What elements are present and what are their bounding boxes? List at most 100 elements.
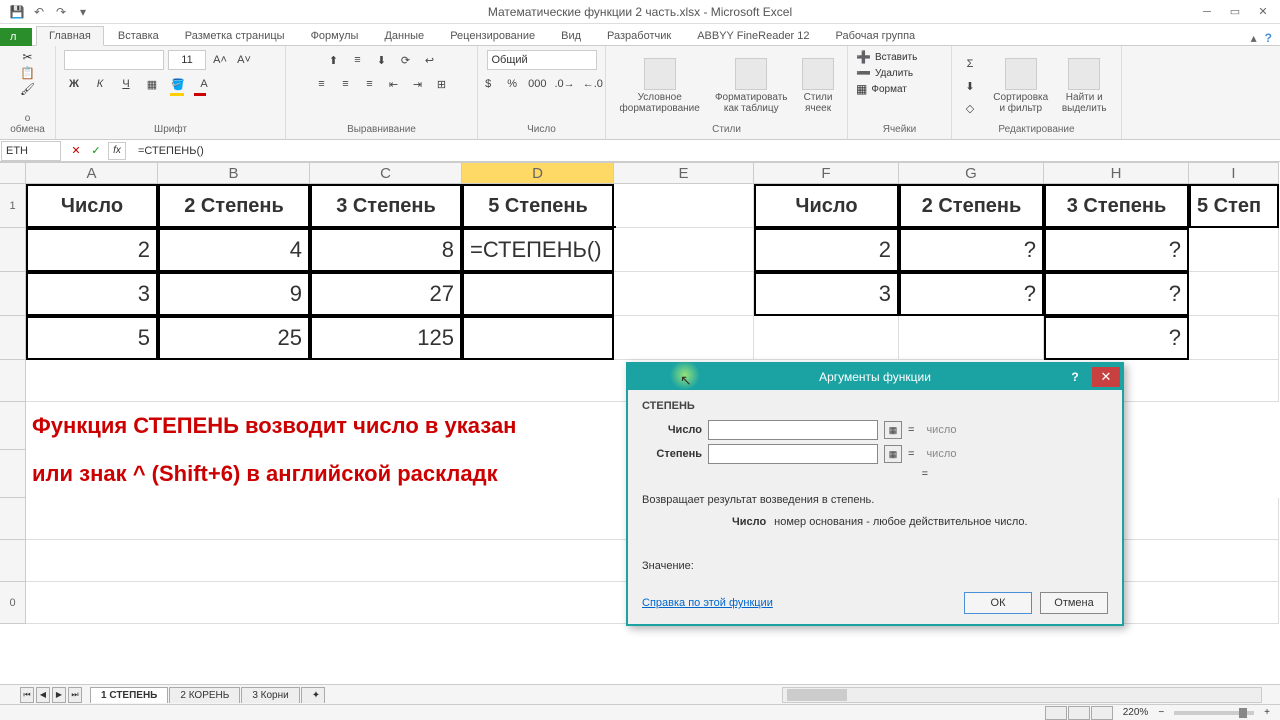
autosum-icon[interactable]: Σ [960,54,980,74]
col-header-g[interactable]: G [899,162,1044,184]
tab-layout[interactable]: Разметка страницы [173,27,297,45]
tab-view[interactable]: Вид [549,27,593,45]
format-as-table-button[interactable]: Форматировать как таблицу [709,53,793,119]
tab-review[interactable]: Рецензирование [438,27,547,45]
tab-data[interactable]: Данные [372,27,436,45]
minimize-ribbon-icon[interactable]: ▴ [1251,31,1257,45]
fx-icon[interactable]: fx [108,142,126,160]
close-button[interactable]: ✕ [1250,3,1276,21]
cell-e3[interactable] [614,272,754,316]
cell-h2[interactable]: ? [1044,228,1189,272]
cell-b1[interactable]: 2 Степень [158,184,310,228]
sheet-nav-next[interactable]: ▶ [52,687,66,703]
cancel-formula-icon[interactable]: ✕ [68,143,84,159]
bold-button[interactable]: Ж [64,74,84,94]
col-header-a[interactable]: A [26,162,158,184]
cancel-button[interactable]: Отмена [1040,592,1108,614]
cell-b4[interactable]: 25 [158,316,310,360]
ok-button[interactable]: ОК [964,592,1032,614]
arg2-range-picker[interactable]: ▦ [884,445,902,463]
help-icon[interactable]: ? [1265,31,1272,45]
cell-d3[interactable] [462,272,614,316]
name-box[interactable]: ЕТН [1,141,61,161]
arg2-input[interactable] [708,444,878,464]
decrease-decimal-icon[interactable]: ←.0 [581,74,605,94]
border-icon[interactable]: ▦ [142,74,162,94]
formula-input[interactable] [132,141,1280,161]
row-header-2[interactable] [0,228,26,272]
delete-cells-button[interactable]: Удалить [875,68,913,79]
zoom-out-button[interactable]: − [1158,707,1164,718]
number-format-select[interactable]: Общий [487,50,597,70]
sheet-nav-last[interactable]: ⏭ [68,687,82,703]
row-header-7[interactable] [0,450,26,498]
insert-cells-icon[interactable]: ➕ [856,50,871,64]
cell-f3[interactable]: 3 [754,272,899,316]
tab-insert[interactable]: Вставка [106,27,171,45]
tab-developer[interactable]: Разработчик [595,27,683,45]
increase-font-icon[interactable]: A˄ [210,50,230,70]
italic-button[interactable]: К [90,74,110,94]
col-header-d[interactable]: D [462,162,614,184]
cell-e4[interactable] [614,316,754,360]
zoom-level[interactable]: 220% [1123,707,1149,718]
align-left-icon[interactable]: ≡ [312,74,332,94]
comma-icon[interactable]: 000 [526,74,548,94]
sheet-nav-first[interactable]: ⏮ [20,687,34,703]
percent-icon[interactable]: % [502,74,522,94]
dialog-help-button[interactable]: ? [1062,366,1088,388]
align-bottom-icon[interactable]: ⬇ [372,50,392,70]
arg1-range-picker[interactable]: ▦ [884,421,902,439]
redo-icon[interactable]: ↷ [52,3,70,21]
row-header-4[interactable] [0,316,26,360]
cell-c2[interactable]: 8 [310,228,462,272]
cell-a1[interactable]: Число [26,184,158,228]
normal-view-button[interactable] [1045,706,1067,720]
sheet-tab-2[interactable]: 2 КОРЕНЬ [169,687,240,703]
align-middle-icon[interactable]: ≡ [348,50,368,70]
indent-decrease-icon[interactable]: ⇤ [384,74,404,94]
currency-icon[interactable]: $ [478,74,498,94]
dialog-close-button[interactable]: ✕ [1092,367,1120,387]
font-size-select[interactable]: 11 [168,50,206,70]
delete-cells-icon[interactable]: ➖ [856,66,871,80]
wrap-text-icon[interactable]: ↩ [420,50,440,70]
cell-h3[interactable]: ? [1044,272,1189,316]
font-family-select[interactable] [64,50,164,70]
align-right-icon[interactable]: ≡ [360,74,380,94]
format-cells-icon[interactable]: ▦ [856,82,867,96]
new-sheet-button[interactable]: ✦ [301,687,325,703]
cell-e2[interactable] [614,228,754,272]
file-tab[interactable]: л [0,28,32,46]
underline-button[interactable]: Ч [116,74,136,94]
cell-g1[interactable]: 2 Степень [899,184,1044,228]
row-header-10[interactable]: 0 [0,582,26,624]
cell-i3[interactable] [1189,272,1279,316]
cell-i4[interactable] [1189,316,1279,360]
cell-e1[interactable] [614,184,754,228]
cell-a7[interactable]: или знак ^ (Shift+6) в английской раскла… [26,450,626,498]
page-break-view-button[interactable] [1091,706,1113,720]
horizontal-scrollbar[interactable] [782,687,1262,703]
tab-formulas[interactable]: Формулы [299,27,371,45]
align-center-icon[interactable]: ≡ [336,74,356,94]
row-header-9[interactable] [0,540,26,582]
format-painter-icon[interactable]: 🖌 [20,82,35,96]
cell-g2[interactable]: ? [899,228,1044,272]
arg1-input[interactable] [708,420,878,440]
col-header-i[interactable]: I [1189,162,1279,184]
cell-d2[interactable]: =СТЕПЕНЬ() [462,228,614,272]
fill-icon[interactable]: ⬇ [960,76,980,96]
insert-cells-button[interactable]: Вставить [875,52,917,63]
zoom-in-button[interactable]: + [1264,707,1270,718]
tab-home[interactable]: Главная [36,26,104,46]
cell-styles-button[interactable]: Стили ячеек [797,53,839,119]
cell-i2[interactable] [1189,228,1279,272]
sheet-tab-1[interactable]: 1 СТЕПЕНЬ [90,687,168,703]
col-header-h[interactable]: H [1044,162,1189,184]
col-header-b[interactable]: B [158,162,310,184]
zoom-slider[interactable] [1174,711,1254,715]
col-header-c[interactable]: C [310,162,462,184]
cell-h4[interactable]: ? [1044,316,1189,360]
row-header-3[interactable] [0,272,26,316]
